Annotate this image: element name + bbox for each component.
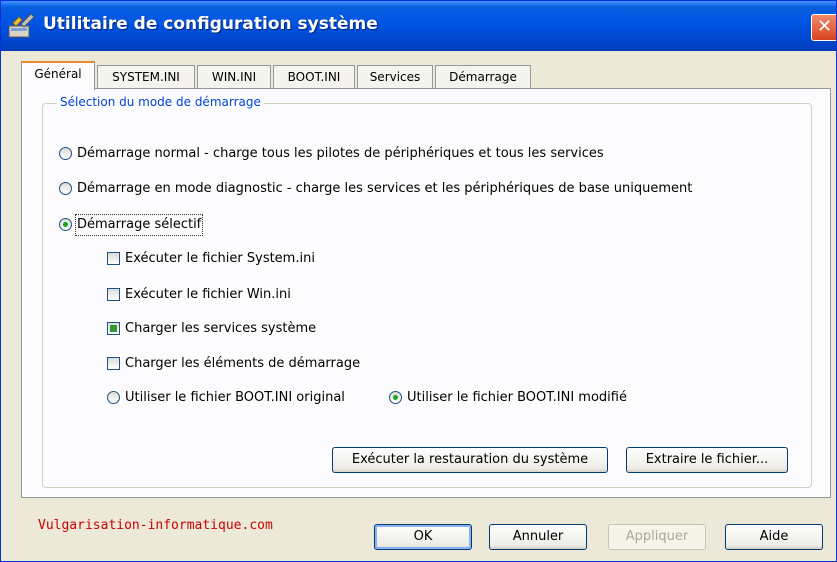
radio-selective-label: Démarrage sélectif: [74, 214, 204, 236]
checkbox-startup-items-label: Charger les éléments de démarrage: [125, 356, 361, 371]
radio-diagnostic-circle[interactable]: [59, 182, 72, 195]
radio-boot-ini-modified-label: Utiliser le fichier BOOT.INI modifié: [407, 390, 627, 405]
checkbox-system-ini-label: Exécuter le fichier System.ini: [125, 251, 315, 266]
checkbox-system-services-box[interactable]: [107, 322, 120, 335]
radio-selective-circle[interactable]: [59, 218, 72, 231]
config-tools-icon: [8, 13, 35, 38]
watermark-text: Vulgarisation-informatique.com: [38, 518, 273, 533]
tab-general[interactable]: Général: [21, 61, 95, 90]
radio-boot-ini-modified-circle[interactable]: [389, 391, 402, 404]
general-tab-panel: Sélection du mode de démarrage Démarrage…: [21, 88, 831, 498]
group-legend: Sélection du mode de démarrage: [57, 95, 264, 109]
radio-normal-label: Démarrage normal - charge tous les pilot…: [77, 146, 604, 161]
title-bar[interactable]: Utilitaire de configuration système ✕: [1, 1, 836, 51]
startup-selection-group: Sélection du mode de démarrage Démarrage…: [42, 95, 812, 488]
radio-boot-ini-original-circle[interactable]: [107, 391, 120, 404]
radio-diagnostic-label: Démarrage en mode diagnostic - charge le…: [77, 181, 693, 196]
extract-file-button[interactable]: Extraire le fichier...: [626, 447, 788, 473]
tab-boot-ini[interactable]: BOOT.INI: [273, 65, 355, 89]
system-restore-button[interactable]: Exécuter la restauration du système: [332, 447, 608, 473]
tab-win-ini[interactable]: WIN.INI: [197, 65, 271, 89]
checkbox-win-ini-label: Exécuter le fichier Win.ini: [125, 287, 291, 302]
checkbox-win-ini-box[interactable]: [107, 288, 120, 301]
tab-services[interactable]: Services: [357, 65, 433, 89]
radio-boot-ini-original-label: Utiliser le fichier BOOT.INI original: [125, 390, 345, 405]
tab-system-ini[interactable]: SYSTEM.INI: [97, 65, 195, 89]
close-icon: ✕: [816, 16, 833, 37]
window-title: Utilitaire de configuration système: [43, 14, 378, 34]
close-button[interactable]: ✕: [811, 14, 836, 41]
system-configuration-window: Utilitaire de configuration système ✕ Gé…: [0, 0, 837, 562]
help-button[interactable]: Aide: [725, 524, 823, 550]
cancel-button[interactable]: Annuler: [489, 524, 587, 550]
checkbox-startup-items-box[interactable]: [107, 357, 120, 370]
apply-button[interactable]: Appliquer: [608, 524, 706, 550]
checkbox-system-ini-box[interactable]: [107, 252, 120, 265]
ok-button[interactable]: OK: [374, 524, 472, 550]
radio-normal-circle[interactable]: [59, 147, 72, 160]
checkbox-system-services-label: Charger les services système: [125, 321, 317, 336]
tab-demarrage[interactable]: Démarrage: [435, 65, 531, 89]
